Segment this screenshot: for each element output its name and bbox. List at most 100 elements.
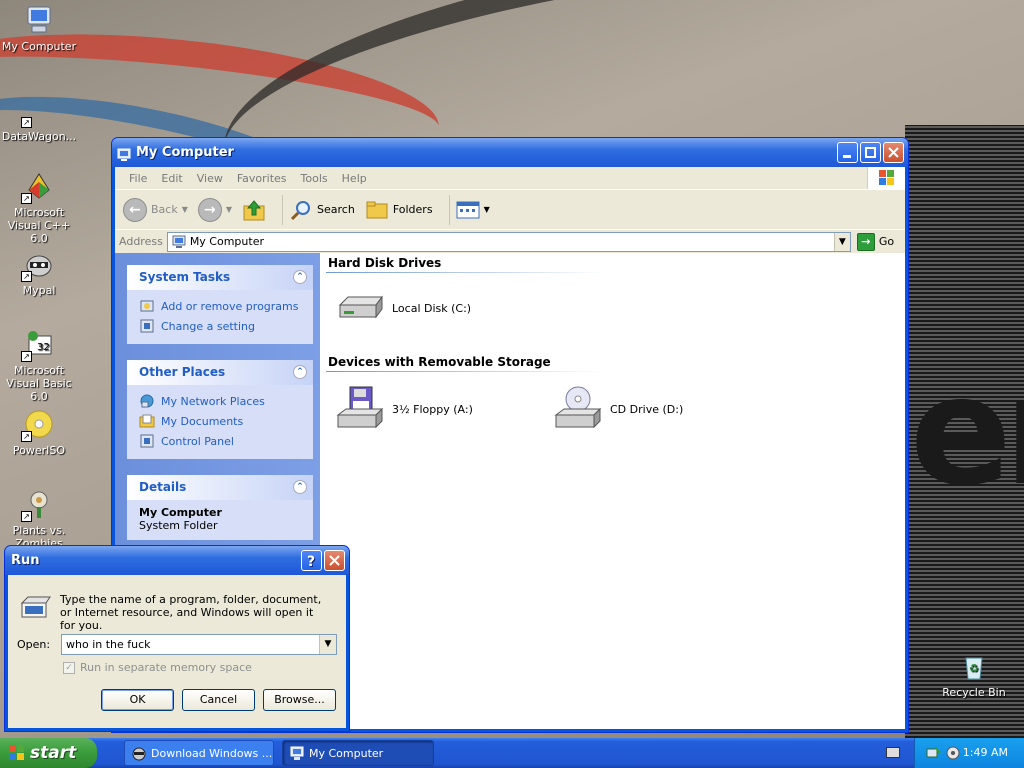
poweriso-icon: ↗ — [21, 408, 55, 442]
drive-label: Local Disk (C:) — [392, 301, 472, 315]
menu-favorites[interactable]: Favorites — [230, 172, 294, 185]
cd-drive-icon — [554, 386, 602, 429]
start-button[interactable]: start — [0, 738, 97, 768]
open-input[interactable]: who in the fuck ▼ — [61, 634, 337, 655]
go-label: Go — [878, 235, 895, 248]
task-label: My Computer — [309, 747, 384, 760]
taskbar-button-my-computer[interactable]: My Computer — [282, 740, 434, 766]
panel-title: System Tasks — [139, 270, 231, 284]
go-button[interactable]: → Go — [856, 232, 895, 251]
minimize-button[interactable] — [837, 142, 858, 163]
place-documents[interactable]: My Documents — [139, 411, 303, 431]
place-control-panel[interactable]: Control Panel — [139, 431, 303, 451]
open-dropdown-button[interactable]: ▼ — [319, 635, 336, 654]
menu-view[interactable]: View — [190, 172, 230, 185]
drive-label: 3½ Floppy (A:) — [392, 402, 473, 416]
group-divider — [326, 272, 604, 273]
start-label: start — [30, 743, 77, 763]
desktop-icon-label: Recycle Bin — [942, 686, 1006, 699]
menu-edit[interactable]: Edit — [154, 172, 189, 185]
forward-arrow-icon: → — [197, 197, 222, 222]
place-network[interactable]: My Network Places — [139, 391, 303, 411]
go-arrow-icon: → — [856, 232, 875, 251]
shortcut-icon: ↗ — [21, 94, 55, 128]
collapse-chevron-icon[interactable]: ⌃ — [293, 480, 307, 494]
address-field[interactable]: My Computer ▼ — [166, 231, 851, 252]
collapse-chevron-icon[interactable]: ⌃ — [293, 365, 307, 379]
task-change-setting[interactable]: Change a setting — [139, 316, 303, 336]
folders-button[interactable]: Folders — [365, 198, 433, 222]
file-view: Hard Disk Drives Local Disk (C:) Devices… — [320, 253, 905, 729]
place-label: Control Panel — [161, 434, 234, 448]
separate-memory-checkbox[interactable]: ✓ Run in separate memory space — [63, 661, 252, 674]
help-button[interactable]: ? — [301, 550, 322, 571]
task-label: Download Windows ... — [151, 747, 273, 760]
chevron-down-icon: ▼ — [181, 205, 188, 214]
back-label: Back — [151, 203, 178, 216]
run-body: Type the name of a program, folder, docu… — [8, 575, 346, 728]
desktop-icon-recycle-bin[interactable]: ♻ Recycle Bin — [935, 650, 1013, 699]
desktop-icon-visual-cpp[interactable]: ↗ Microsoft Visual C++ 6.0 — [0, 170, 78, 245]
close-button[interactable] — [324, 550, 345, 571]
floppy-drive-icon — [336, 386, 384, 429]
keyboard-icon[interactable] — [886, 747, 900, 758]
run-dialog[interactable]: Run ? Type the name of a program, folder… — [4, 545, 350, 732]
other-places-header[interactable]: Other Places ⌃ — [127, 360, 313, 385]
menu-tools[interactable]: Tools — [294, 172, 335, 185]
details-header[interactable]: Details ⌃ — [127, 475, 313, 500]
back-button[interactable]: ← Back ▼ — [123, 197, 188, 222]
taskbar-button-download[interactable]: Download Windows ... — [124, 740, 274, 766]
search-icon — [290, 200, 311, 220]
ok-button[interactable]: OK — [101, 689, 174, 711]
checkbox-label: Run in separate memory space — [80, 661, 252, 674]
drive-local-disk-c[interactable]: Local Disk (C:) — [336, 291, 471, 325]
network-tray-icon[interactable] — [925, 745, 941, 761]
desktop-icon-poweriso[interactable]: ↗ PowerISO — [0, 408, 78, 457]
menu-file[interactable]: File — [122, 172, 154, 185]
desktop-icon-my-computer[interactable]: My Computer — [0, 4, 78, 53]
maximize-button[interactable] — [860, 142, 881, 163]
other-places-panel: Other Places ⌃ My Network Places My Docu… — [127, 360, 313, 459]
cancel-button[interactable]: Cancel — [182, 689, 255, 711]
desktop-icon-label: Microsoft Visual Basic 6.0 — [6, 364, 72, 403]
run-titlebar[interactable]: Run ? — [5, 546, 349, 575]
desktop-icon-mypal[interactable]: ↗ Mypal — [0, 248, 78, 297]
views-button[interactable]: ▼ — [456, 200, 490, 220]
checkbox-icon: ✓ — [63, 661, 75, 674]
close-button[interactable] — [883, 142, 904, 163]
open-input-value: who in the fuck — [66, 638, 151, 651]
add-remove-programs-icon — [140, 300, 154, 312]
clock[interactable]: 1:49 AM — [963, 738, 1008, 768]
address-bar: Address My Computer ▼ → Go — [115, 229, 905, 253]
volume-tray-icon[interactable] — [945, 745, 961, 761]
system-tasks-header[interactable]: System Tasks ⌃ — [127, 265, 313, 290]
group-header-removable: Devices with Removable Storage — [328, 355, 551, 369]
run-icon — [20, 596, 51, 618]
forward-button[interactable]: → ▼ — [197, 197, 233, 222]
shortcut-arrow-icon: ↗ — [21, 351, 32, 362]
explorer-titlebar[interactable]: My Computer — [112, 138, 908, 167]
desktop-icon-label: Mypal — [22, 284, 56, 297]
task-add-remove-programs[interactable]: Add or remove programs — [139, 296, 303, 316]
folder-up-icon — [243, 199, 265, 220]
shortcut-arrow-icon: ↗ — [21, 511, 32, 522]
my-documents-icon — [139, 414, 155, 428]
desktop-icon-pvz[interactable]: ↗ Plants vs. Zombies — [0, 488, 78, 550]
desktop-icon-datawagon[interactable]: ↗ DataWagon... — [0, 94, 78, 143]
search-button[interactable]: Search — [289, 198, 355, 222]
menu-help[interactable]: Help — [335, 172, 374, 185]
network-places-icon — [140, 394, 154, 408]
chevron-down-icon: ▼ — [225, 205, 233, 214]
collapse-chevron-icon[interactable]: ⌃ — [293, 270, 307, 284]
up-button[interactable] — [242, 198, 266, 222]
windows-flag-icon — [9, 745, 24, 760]
browse-button[interactable]: Browse... — [263, 689, 336, 711]
desktop-icon-label: Microsoft Visual C++ 6.0 — [7, 206, 71, 245]
desktop-icon-visual-basic[interactable]: 32 ↗ Microsoft Visual Basic 6.0 — [0, 328, 78, 403]
drive-floppy-a[interactable]: 3½ Floppy (A:) — [336, 385, 473, 433]
shortcut-arrow-icon: ↗ — [21, 271, 32, 282]
address-dropdown-button[interactable]: ▼ — [833, 232, 850, 251]
place-label: My Network Places — [161, 394, 265, 408]
drive-cd-d[interactable]: CD Drive (D:) — [554, 385, 683, 433]
task-label: Add or remove programs — [161, 299, 299, 313]
